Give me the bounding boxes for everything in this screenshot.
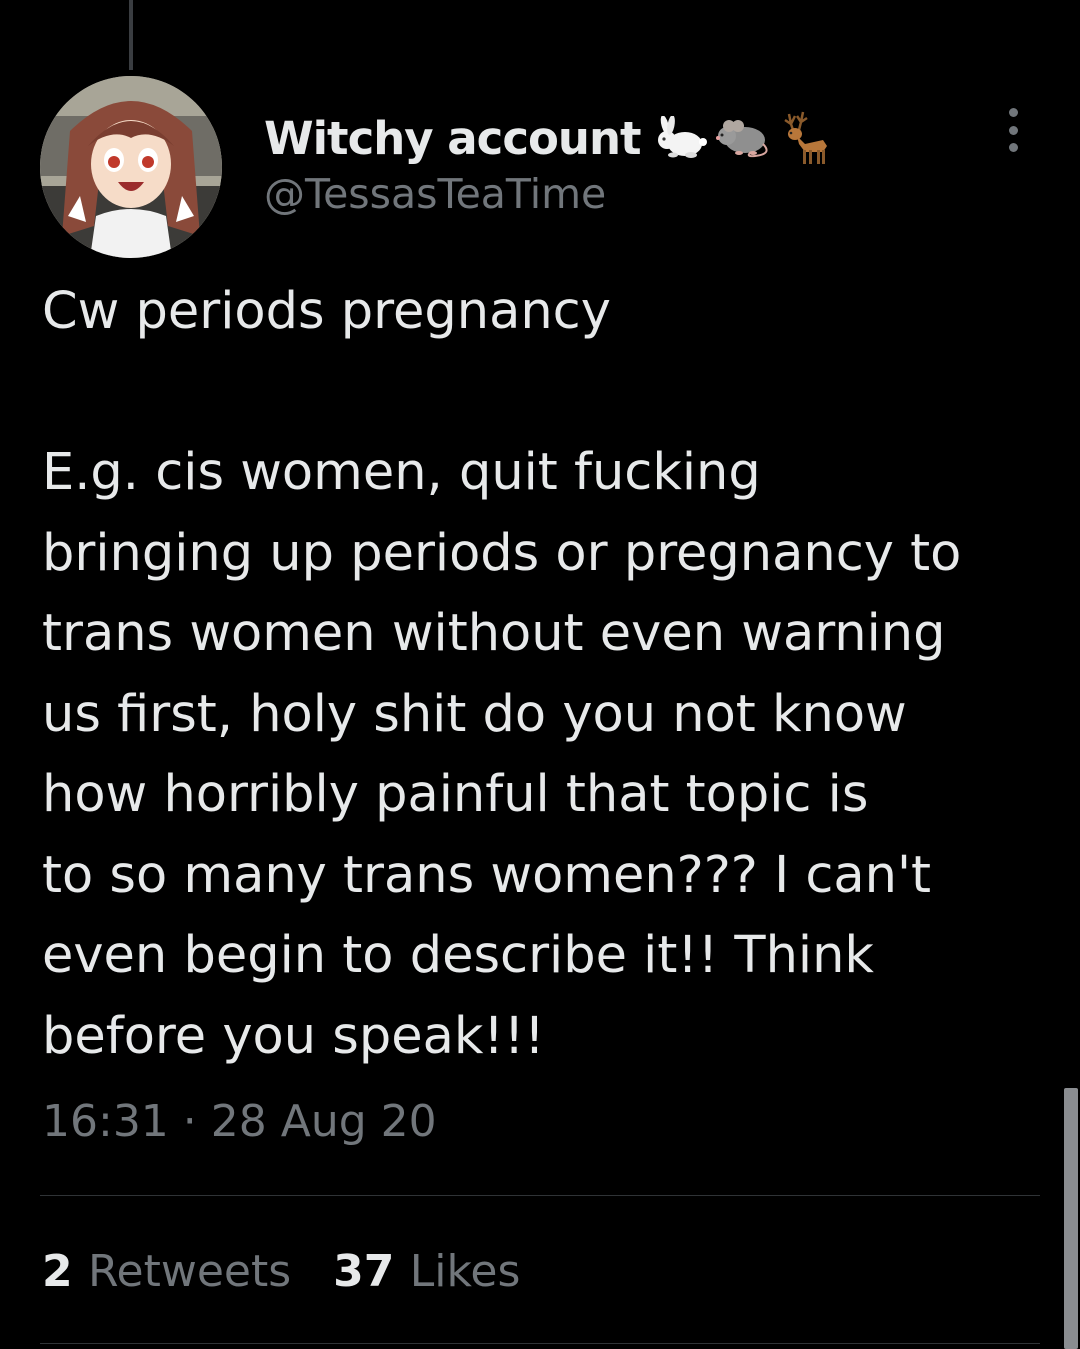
more-dot [1008,143,1018,152]
tweet-text-line: trans women without even warning [42,604,946,663]
name-emoji-group [651,110,837,166]
author-handle[interactable]: @TessasTeaTime [264,170,606,218]
tweet-stats: 2 Retweets 37 Likes [42,1246,562,1297]
retweets-count: 2 [42,1246,88,1297]
rabbit-emoji-icon [657,116,707,158]
likes-count: 37 [333,1246,410,1297]
tweet-text-line: bringing up periods or pregnancy to [42,523,962,583]
deer-emoji-icon [783,111,827,164]
likes-stat[interactable]: 37 Likes [333,1246,520,1297]
tweet-text-blank-line [42,353,1052,434]
mouse-emoji-icon [715,120,768,158]
avatar[interactable] [40,76,222,258]
anime-girl-avatar-icon [40,76,222,258]
more-dot [1008,125,1018,135]
scrollbar[interactable] [1064,1088,1078,1349]
divider [40,1343,1040,1344]
retweets-stat[interactable]: 2 Retweets [42,1246,291,1297]
author-name-row[interactable]: Witchy account [264,108,837,168]
more-options-icon[interactable] [996,108,1030,152]
more-dot [1008,108,1018,117]
tweet-text-line: to so many trans women??? I can't [42,845,931,905]
tweet-text-line: us first, holy shit do you not know [42,684,907,744]
author-display-name[interactable]: Witchy account [264,112,641,165]
tweet-text-line: how horribly painful that topic is [42,765,869,824]
tweet-text-line: Cw periods pregnancy [42,282,611,341]
tweet-text: Cw periods pregnancy E.g. cis women, qui… [42,272,1052,1077]
tweet-timestamp[interactable]: 16:31 · 28 Aug 20 [42,1096,437,1147]
divider [40,1195,1040,1196]
tweet-text-line: before you speak!!! [42,1006,545,1066]
likes-label: Likes [409,1246,521,1297]
retweets-label: Retweets [87,1246,292,1297]
thread-connector-line [129,0,133,70]
tweet-text-line: even begin to describe it!! Think [42,926,874,985]
tweet-text-line: E.g. cis women, quit fucking [42,443,761,502]
